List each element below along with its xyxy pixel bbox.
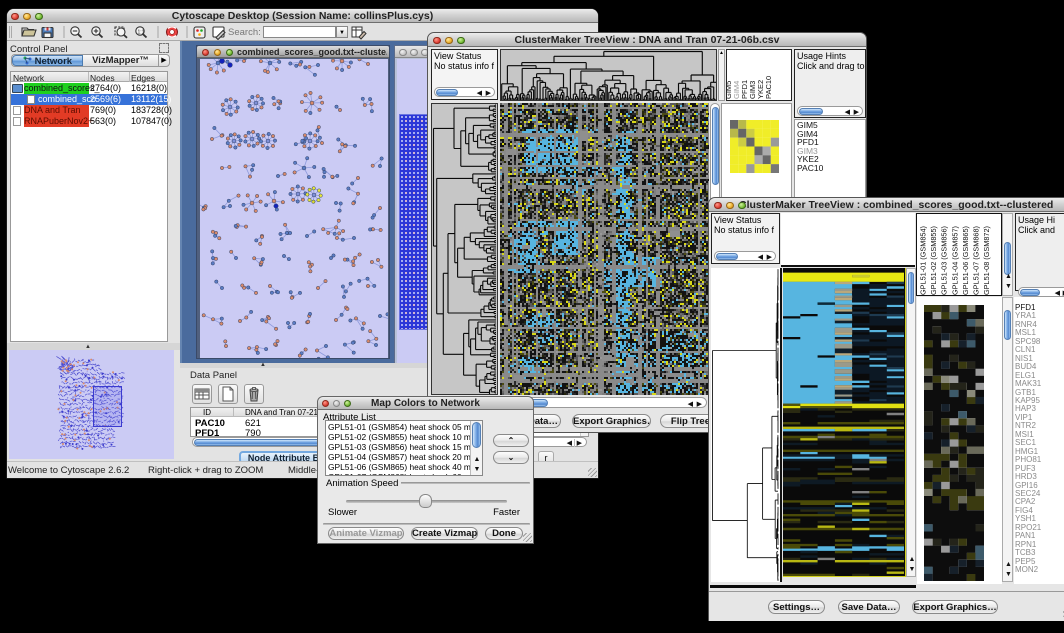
svg-text:GPL51-07 (GSM868): GPL51-07 (GSM868) <box>972 226 981 295</box>
svg-text:PAC10: PAC10 <box>764 76 773 99</box>
svg-text:GPL51-06 (GSM865): GPL51-06 (GSM865) <box>961 226 970 295</box>
svg-text:GPL51-04 (GSM857): GPL51-04 (GSM857) <box>950 226 959 295</box>
svg-text:GPL51-03 (GSM856): GPL51-03 (GSM856) <box>940 226 949 295</box>
svg-text:GPL51-01 (GSM854): GPL51-01 (GSM854) <box>919 226 928 295</box>
svg-text:1:1: 1:1 <box>138 30 145 36</box>
svg-text:GPL51-08 (GSM872): GPL51-08 (GSM872) <box>982 226 991 295</box>
svg-text:GPL51-02 (GSM855): GPL51-02 (GSM855) <box>929 226 938 295</box>
